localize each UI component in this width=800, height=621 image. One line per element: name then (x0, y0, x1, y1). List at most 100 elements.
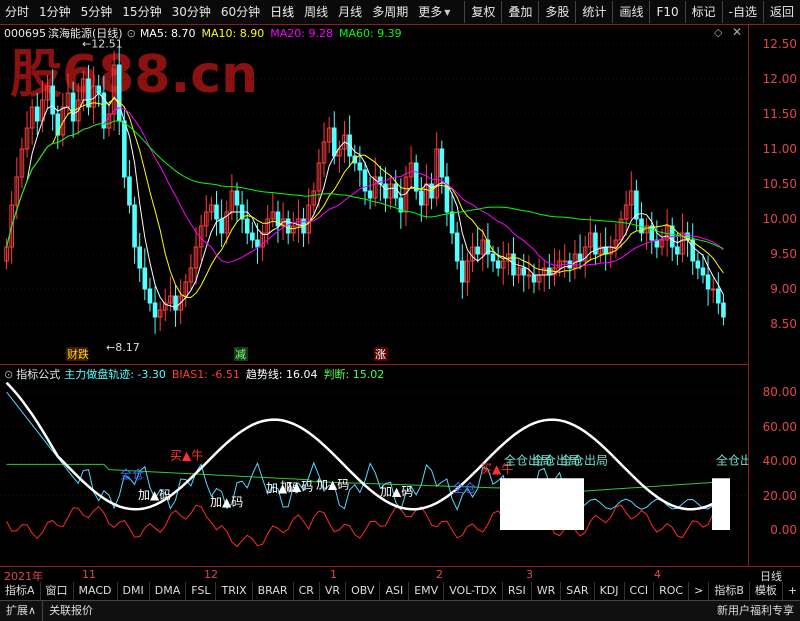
indicator-tab[interactable]: CCI (625, 582, 655, 600)
indicator-tab[interactable]: > (689, 582, 710, 600)
kline-panel[interactable]: 股688.cn ←12.51 ←8.17 财跌减涨 (0, 24, 748, 364)
period-tab[interactable]: 多周期 (367, 0, 413, 24)
candle-body (475, 246, 480, 255)
tool-button[interactable]: 画线 (612, 1, 649, 23)
add-position-label: 加▲码 (138, 488, 171, 502)
new-user-promo-link[interactable]: 新用户福利专享 (711, 601, 800, 621)
indicator-tab[interactable]: VOL-TDX (444, 582, 503, 600)
period-tab[interactable]: 5分钟 (76, 0, 118, 24)
indicator-tab[interactable]: + (783, 582, 800, 600)
add-position-label: 加▲码 (210, 495, 243, 509)
indicator-tab[interactable]: TRIX (216, 582, 253, 600)
judge-line (5, 381, 725, 511)
candle-body (531, 274, 537, 283)
indicator-tab[interactable]: 指标A (0, 582, 41, 600)
indicator-tab[interactable]: SAR (561, 582, 595, 600)
exit-signal-label: 全仓出局 (716, 452, 748, 467)
indicator-tab[interactable]: CR (294, 582, 320, 600)
indicator-tab-bar: 指标A 窗口 MACD DMI DMA FSL TRIX BRAR CR VR OBV ASI EMV V… (0, 582, 800, 600)
candle-body (449, 211, 455, 234)
related-quote-button[interactable]: 关联报价 (42, 601, 99, 621)
more-dropdown-icon[interactable]: ▼ (444, 8, 450, 17)
candle-body (142, 267, 148, 290)
candle-body (244, 218, 250, 234)
candle-body (603, 246, 608, 255)
candle-body (454, 232, 460, 262)
indicator-tab[interactable]: OBV (346, 582, 381, 600)
indicator-tab[interactable]: 指标B (709, 582, 750, 600)
period-tab[interactable]: 1分钟 (34, 0, 76, 24)
event-marker[interactable]: 减 (235, 348, 246, 361)
candle-body (383, 183, 388, 199)
date-label: 2 (436, 568, 443, 581)
candle-body (393, 183, 399, 199)
period-tab[interactable]: 日线 (265, 0, 299, 24)
price-tick: 10.00 (762, 212, 797, 226)
candle-body (214, 204, 219, 220)
candle-body (96, 85, 102, 94)
indicator-tab[interactable]: DMI (118, 582, 150, 600)
tool-button[interactable]: 复权 (464, 1, 501, 23)
tool-button[interactable]: 标记 (684, 1, 722, 23)
tool-button[interactable]: 返回 (762, 1, 800, 23)
indicator-chart[interactable]: 买▲牛买▲牛全仓全仓加▲码 加▲码加▲码加▲码 加▲码 加▲码全仓出局全仓出局全仓出局… (0, 366, 748, 566)
candle-body (700, 267, 706, 276)
tool-button[interactable]: F10 (649, 1, 684, 23)
period-tab[interactable]: 月线 (333, 0, 367, 24)
low-price-mark: ←8.17 (106, 341, 140, 354)
period-tab[interactable]: 15分钟 (117, 0, 166, 24)
date-label: 1 (330, 568, 337, 581)
signal-box (500, 478, 584, 530)
period-tab[interactable]: 60分钟 (216, 0, 265, 24)
indicator-tab[interactable]: DMA (150, 582, 187, 600)
price-tick: 8.50 (770, 317, 797, 331)
candle-body (705, 274, 711, 290)
price-tick: 9.00 (770, 282, 797, 296)
event-marker[interactable]: 涨 (375, 348, 386, 361)
candle-body (219, 218, 224, 234)
indicator-tab[interactable]: KDJ (595, 582, 625, 600)
date-label: 4 (654, 568, 661, 581)
indicator-tab[interactable]: MACD (74, 582, 118, 600)
candle-body (367, 190, 373, 199)
indicator-tab[interactable]: 模板 (750, 582, 783, 600)
candle-body (116, 64, 122, 122)
period-tab[interactable]: 30分钟 (167, 0, 216, 24)
period-tab[interactable]: 分时 (0, 0, 34, 24)
add-position-label: 加▲码 (280, 479, 313, 493)
indicator-tab[interactable]: FSL (186, 582, 217, 600)
period-tab[interactable]: 更多 (413, 0, 447, 24)
candle-body (147, 288, 153, 304)
candle-body (444, 176, 450, 213)
tool-button[interactable]: 统计 (575, 1, 612, 23)
indicator-tab[interactable]: ASI (380, 582, 410, 600)
indicator-tab[interactable]: WR (532, 582, 562, 600)
indicator-tab[interactable]: 窗口 (41, 582, 74, 600)
candle-body (127, 176, 132, 206)
buy-signal-label: 买▲牛 (170, 447, 203, 462)
expand-button[interactable]: 扩展∧ (0, 601, 42, 621)
tool-button[interactable]: -自选 (721, 1, 763, 23)
date-axis: 2021年 11 12 1 2 3 4 日线 (0, 566, 800, 583)
indicator-tab[interactable]: ROC (654, 582, 690, 600)
indicator-tab[interactable]: EMV (409, 582, 445, 600)
indicator-tab[interactable]: VR (320, 582, 347, 600)
indicator-tab[interactable]: RSI (503, 582, 532, 600)
indicator-tick: 20.00 (762, 488, 797, 503)
candle-body (357, 162, 363, 171)
indicator-tab[interactable]: BRAR (253, 582, 294, 600)
signal-box (712, 478, 730, 530)
indicator-panel[interactable]: 买▲牛 买▲牛 全仓 全仓 加▲码 加▲码 加▲码 加▲码 加▲码 加▲码 全仓出局 全仓出局 全仓出局… (0, 366, 748, 566)
indicator-tick: 80.00 (762, 385, 797, 399)
candle-body (547, 267, 552, 276)
candle-body (132, 204, 137, 248)
tool-button[interactable]: 叠加 (501, 1, 538, 23)
event-marker[interactable]: 财跌 (67, 347, 89, 361)
candle-body (675, 246, 680, 255)
period-tabs: 分时 1分钟 5分钟 15分钟 30分钟 60分钟 日线 周线 月线 多周期 更多 ▼ (0, 0, 450, 24)
kline-chart[interactable]: 股688.cn ←12.51←8.17财跌减涨 (0, 24, 748, 364)
candle-body (721, 302, 726, 318)
period-tab[interactable]: 周线 (299, 0, 333, 24)
tool-button[interactable]: 多股 (538, 1, 575, 23)
price-tick: 10.50 (762, 177, 797, 191)
